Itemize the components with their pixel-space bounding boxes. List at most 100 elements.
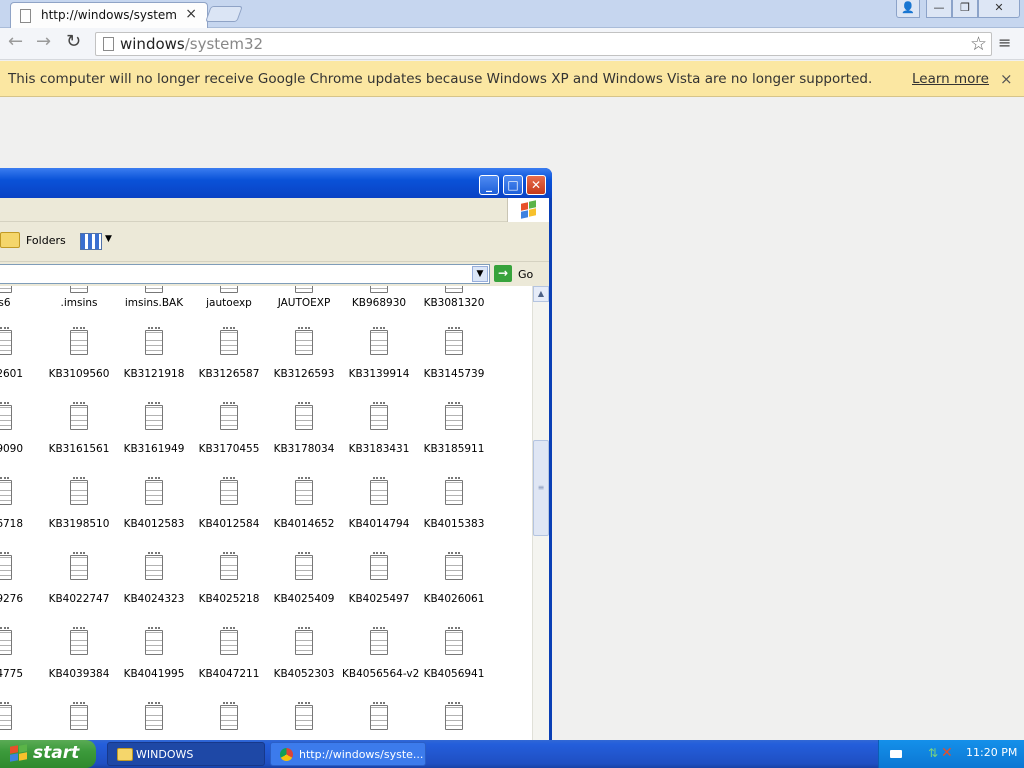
file-item[interactable]: KB3198510 [42, 474, 116, 546]
file-item[interactable]: KB4012583 [117, 474, 191, 546]
network-icon[interactable]: ⇅ [928, 746, 942, 760]
dropdown-arrow-icon[interactable]: ▼ [472, 266, 488, 282]
file-item[interactable] [42, 699, 116, 740]
restore-button[interactable]: ❐ [952, 0, 978, 18]
file-item[interactable]: KB4022747 [42, 549, 116, 621]
file-item[interactable]: KB3145739 [417, 324, 491, 396]
minimize-button[interactable]: — [926, 0, 952, 18]
explorer-menubar [0, 198, 549, 222]
explorer-maximize-button[interactable]: □ [503, 175, 523, 195]
file-item[interactable]: KB4012584 [192, 474, 266, 546]
scroll-thumb[interactable]: ≡ [533, 440, 549, 536]
address-bar[interactable]: windows/system32 ☆ [95, 32, 992, 56]
text-file-icon [370, 702, 388, 730]
security-alert-icon[interactable]: ✕ [941, 745, 953, 761]
chrome-menu-icon[interactable]: ≡ [998, 33, 1011, 52]
file-item[interactable]: KB4024323 [117, 549, 191, 621]
file-item[interactable] [417, 699, 491, 740]
file-item[interactable]: KB3170455 [192, 399, 266, 471]
folders-button[interactable]: Folders [26, 234, 66, 247]
forward-button[interactable]: → [36, 31, 51, 52]
taskbar-item-chrome[interactable]: http://windows/syste... [270, 742, 426, 766]
explorer-close-button[interactable]: ✕ [526, 175, 546, 195]
explorer-titlebar[interactable]: _ □ ✕ [0, 168, 552, 198]
file-item[interactable]: 034775 [0, 624, 40, 696]
learn-more-link[interactable]: Learn more [912, 71, 989, 87]
profile-icon[interactable]: 👤 [896, 0, 920, 18]
file-item[interactable]: 092601 [0, 324, 40, 396]
system-tray: ⇅ ✕ 11:20 PM [878, 740, 1024, 768]
file-item[interactable] [267, 699, 341, 740]
file-item[interactable]: KB4025497 [342, 549, 416, 621]
file-label: KB3081320 [423, 297, 485, 309]
file-label: jautoexp [206, 297, 252, 309]
scroll-up-button[interactable]: ▲ [533, 286, 549, 302]
file-item[interactable]: 196718 [0, 474, 40, 546]
file-item[interactable]: KB3121918 [117, 324, 191, 396]
file-item[interactable]: 149090 [0, 399, 40, 471]
file-label: imsins.BAK [124, 297, 184, 309]
text-file-icon [445, 286, 463, 293]
text-file-icon [445, 627, 463, 655]
file-item[interactable]: KB4056564-v2 [342, 624, 419, 696]
file-item[interactable]: KB4015383 [417, 474, 491, 546]
tab-close-button[interactable]: × [185, 6, 197, 22]
file-label: KB3178034 [273, 443, 335, 455]
file-item[interactable]: 019276 [0, 549, 40, 621]
go-arrow-icon[interactable]: → [494, 265, 512, 282]
start-button[interactable]: start [0, 740, 96, 768]
file-item[interactable]: KB4056941 [417, 624, 491, 696]
file-item[interactable]: KB4047211 [192, 624, 266, 696]
file-item[interactable]: KB4025409 [267, 549, 341, 621]
file-item[interactable]: KB3161949 [117, 399, 191, 471]
text-file-icon [220, 552, 238, 580]
file-item[interactable]: KB3178034 [267, 399, 341, 471]
text-file-icon [445, 327, 463, 355]
new-tab-button[interactable] [205, 6, 243, 22]
text-file-icon [370, 402, 388, 430]
file-item[interactable]: KB3126587 [192, 324, 266, 396]
file-label: KB4047211 [198, 668, 260, 680]
file-item[interactable]: KB4041995 [117, 624, 191, 696]
file-item[interactable]: KB4014794 [342, 474, 416, 546]
taskbar-item-windows[interactable]: WINDOWS [107, 742, 265, 766]
file-item[interactable] [0, 699, 40, 740]
file-item[interactable]: KB4039384 [42, 624, 116, 696]
back-button[interactable]: ← [8, 31, 23, 52]
reload-button[interactable]: ↻ [66, 31, 81, 52]
file-item[interactable]: KB4052303 [267, 624, 341, 696]
file-item[interactable] [192, 699, 266, 740]
file-label: 196718 [0, 518, 24, 530]
file-item[interactable]: KB3183431 [342, 399, 416, 471]
file-item[interactable]: KB3161561 [42, 399, 116, 471]
file-item[interactable]: KB4025218 [192, 549, 266, 621]
file-item[interactable]: KB3109560 [42, 324, 116, 396]
file-item[interactable]: KB3139914 [342, 324, 416, 396]
file-item[interactable] [117, 699, 191, 740]
folders-icon[interactable] [0, 232, 20, 248]
text-file-icon [370, 286, 388, 293]
text-file-icon [145, 702, 163, 730]
file-item[interactable]: KB4026061 [417, 549, 491, 621]
tab-active[interactable]: http://windows/system32 is n × [10, 2, 208, 28]
file-item[interactable]: KB4014652 [267, 474, 341, 546]
file-label: KB4025497 [348, 593, 410, 605]
text-file-icon [370, 477, 388, 505]
close-button[interactable]: ✕ [978, 0, 1020, 18]
address-combo[interactable]: ▼ [0, 264, 490, 284]
file-label: KB3161561 [48, 443, 110, 455]
url-text[interactable]: windows/system32 [120, 35, 263, 53]
bookmark-star-icon[interactable]: ☆ [970, 33, 987, 55]
go-button[interactable]: Go [518, 268, 533, 281]
file-item[interactable]: KB3126593 [267, 324, 341, 396]
explorer-minimize-button[interactable]: _ [479, 175, 499, 195]
infobar-close-button[interactable]: × [1000, 70, 1013, 88]
text-file-icon [370, 627, 388, 655]
vertical-scrollbar[interactable]: ▲ ≡ [532, 286, 549, 740]
browser-toolbar: ← → ↻ windows/system32 ☆ ≡ [0, 28, 1024, 60]
file-item[interactable] [342, 699, 416, 740]
keyboard-icon[interactable] [890, 750, 902, 758]
file-item[interactable]: KB3185911 [417, 399, 491, 471]
views-button[interactable]: ▼ [78, 231, 114, 253]
file-list[interactable]: is6 .imsins imsins.BAK jautoexp JAUTOEXP KB96… [0, 286, 532, 740]
